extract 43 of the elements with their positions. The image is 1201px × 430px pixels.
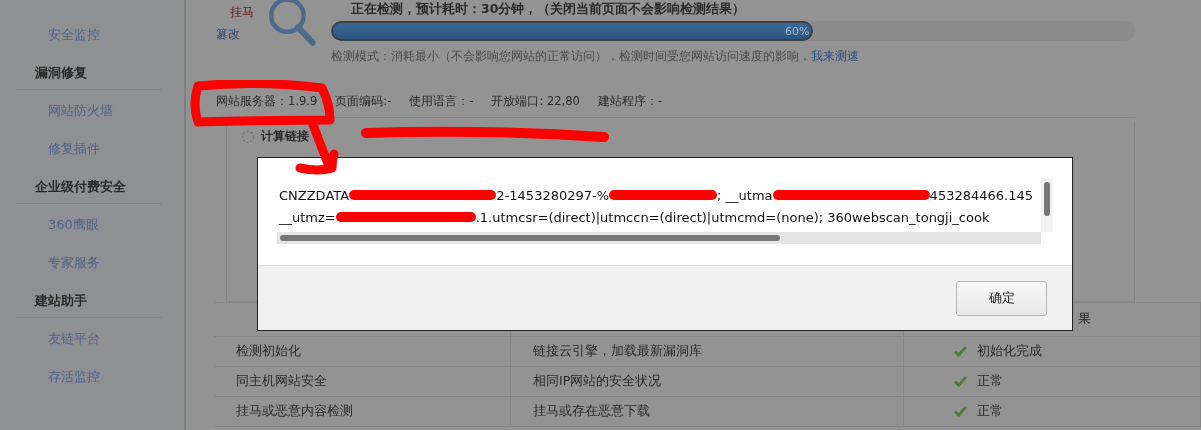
table-cell: 正常 <box>977 373 1003 390</box>
sidebar-item[interactable]: 网站防火墙 <box>0 98 184 136</box>
sidebar-item[interactable]: 存活监控 <box>0 364 184 402</box>
task-label: 计算链接 <box>261 128 309 145</box>
ok-button[interactable]: 确定 <box>956 280 1047 316</box>
sidebar-section-header: 建站助手 <box>15 288 162 318</box>
table-cell: 初始化完成 <box>977 343 1042 360</box>
scan-mode-text: 检测模式：消耗最小（不会影响您网站的正常访问），检测时间受您网站访问速度的影响，我来测速 <box>331 49 860 64</box>
cookie-text: CNZZDATA <box>279 187 350 203</box>
sidebar-item[interactable]: 修复插件 <box>0 136 184 174</box>
cookie-text: ; __utma <box>717 187 773 203</box>
progress-percent: 60% <box>784 24 811 38</box>
sidebar-section-header: 企业级付费安全 <box>15 174 162 204</box>
site-info-text: 使用语言：- <box>409 93 474 109</box>
cookie-text: __utmz= <box>279 209 336 225</box>
scrollbar[interactable] <box>1041 178 1053 232</box>
site-info-text: 网站服务器：1.9.9 <box>216 93 318 109</box>
scan-logo-drawing: 挂马 篡改 <box>216 0 316 48</box>
speed-test-link[interactable]: 我来测速 <box>811 49 859 63</box>
site-info-text: 开放端口: 22,80 <box>491 93 580 109</box>
table-cell: 链接云引擎，加载最新漏洞库 <box>511 337 904 366</box>
sidebar-item[interactable]: 安全监控 <box>0 22 184 60</box>
table-cell: 正常 <box>977 403 1003 420</box>
spinner-icon <box>241 129 255 144</box>
check-icon <box>954 406 967 417</box>
table-cell: 检测初始化 <box>214 337 511 366</box>
table-cell: 同主机网站安全 <box>214 367 511 396</box>
sidebar-section-header: 漏洞修复 <box>15 60 162 90</box>
check-icon <box>954 346 967 357</box>
sidebar-item[interactable]: 360鹰眼 <box>0 212 184 250</box>
scrollbar[interactable] <box>277 232 1041 244</box>
site-info-text: 页面编码:- <box>335 93 392 109</box>
table-cell: 相同IP网站的安全状况 <box>511 367 904 396</box>
cookie-text: .1.utmcsr=(direct)|utmccn=(direct)|utmcmd=(none); 360webscan_tongji_cook <box>475 209 990 225</box>
sidebar-item[interactable]: 友链平台 <box>0 326 184 364</box>
table-cell: 挂马或恶意内容检测 <box>214 397 511 426</box>
sidebar-item[interactable]: 专家服务 <box>0 250 184 288</box>
cookie-text: 453284466.145 <box>929 187 1033 203</box>
scan-status-text: 正在检测，预计耗时：30分钟，（关闭当前页面不会影响检测结果） <box>350 1 747 18</box>
table-cell: 挂马或存在恶意下载 <box>511 397 904 426</box>
site-info-text: 建站程序：- <box>597 93 663 109</box>
check-icon <box>954 376 967 387</box>
cookie-text: 2-1453280297-% <box>496 187 610 203</box>
